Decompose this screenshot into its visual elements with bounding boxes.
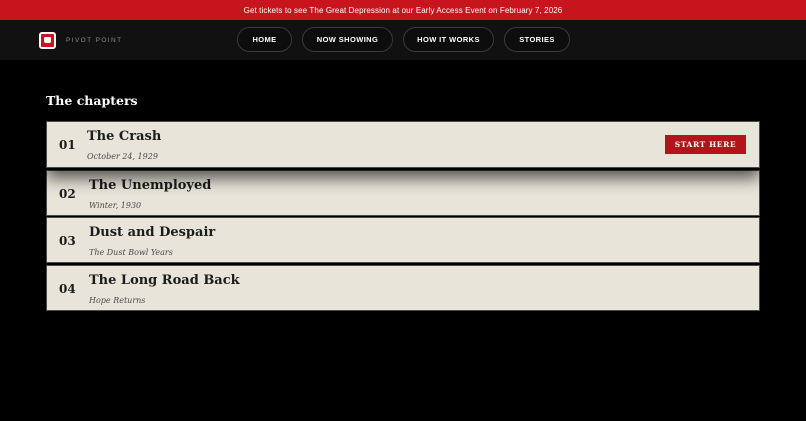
- chapter-number: 02: [59, 187, 76, 201]
- film-logo-icon: [39, 31, 56, 49]
- brand-name: PIVOT POINT: [66, 36, 123, 44]
- announcement-text[interactable]: Get tickets to see The Great Depression …: [244, 6, 563, 15]
- chapter-card-3[interactable]: 03 Dust and Despair The Dust Bowl Years: [46, 217, 760, 263]
- chapter-number: 01: [59, 138, 76, 152]
- chapter-title: The Crash: [87, 129, 162, 144]
- nav-how-it-works-button[interactable]: HOW IT WORKS: [403, 27, 494, 52]
- chapter-subtitle: October 24, 1929: [87, 152, 158, 161]
- top-nav: PIVOT POINT HOME NOW SHOWING HOW IT WORK…: [0, 20, 806, 60]
- nav-home-button[interactable]: HOME: [237, 27, 292, 52]
- chapter-subtitle: Winter, 1930: [89, 201, 142, 210]
- announcement-bar[interactable]: Get tickets to see The Great Depression …: [0, 0, 806, 20]
- chapter-title: The Unemployed: [89, 178, 212, 193]
- brand[interactable]: PIVOT POINT: [39, 30, 122, 50]
- chapter-card-2[interactable]: 02 The Unemployed Winter, 1930: [46, 170, 760, 216]
- section-title: The chapters: [46, 93, 138, 108]
- nav-stories-button[interactable]: STORIES: [504, 27, 570, 52]
- nav-now-showing-button[interactable]: NOW SHOWING: [302, 27, 393, 52]
- chapter-subtitle: Hope Returns: [89, 296, 146, 305]
- chapter-card-4[interactable]: 04 The Long Road Back Hope Returns: [46, 265, 760, 311]
- chapter-card-1[interactable]: 01 The Crash October 24, 1929 START HERE: [46, 121, 760, 168]
- chapter-title: The Long Road Back: [89, 273, 240, 288]
- chapter-title: Dust and Despair: [89, 225, 216, 240]
- chapter-number: 04: [59, 282, 76, 296]
- chapter-number: 03: [59, 234, 76, 248]
- nav-links: HOME NOW SHOWING HOW IT WORKS STORIES: [237, 27, 580, 52]
- chapter-subtitle: The Dust Bowl Years: [89, 248, 173, 257]
- start-here-button[interactable]: START HERE: [665, 135, 746, 154]
